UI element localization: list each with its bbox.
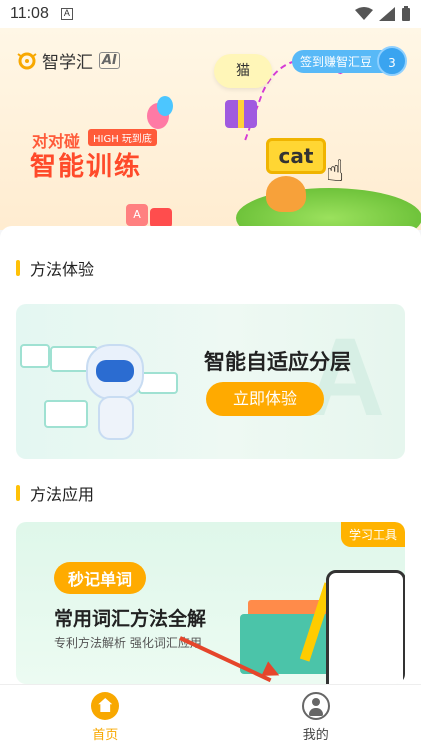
tab-me[interactable]: 我的 <box>211 685 421 750</box>
status-bar: 11:08 A <box>0 0 421 28</box>
hero-slogan-big: 智能训练 <box>30 152 143 182</box>
pointing-hand-icon: ☝ <box>326 154 345 189</box>
section-title-bar <box>16 485 20 501</box>
section-title-bar <box>16 260 20 276</box>
floating-screen-icon <box>44 400 88 428</box>
vocabulary-method-card[interactable]: 学习工具 秒记单词 常用词汇方法全解 专利方法解析 强化词汇应用 <box>16 522 405 684</box>
user-icon <box>301 692 330 720</box>
signal-icon <box>379 7 395 21</box>
floating-screen-icon <box>138 372 178 394</box>
robot-icon <box>86 344 144 400</box>
section-title-application: 方法应用 <box>16 481 94 505</box>
status-time: 11:08 <box>10 5 49 22</box>
bottom-tab-bar: 首页 我的 <box>0 684 421 750</box>
tab-home[interactable]: 首页 <box>0 685 211 750</box>
card-heading: 常用词汇方法全解 <box>54 608 207 630</box>
tab-me-label: 我的 <box>302 728 329 743</box>
gift-icon <box>225 100 257 128</box>
floating-screen-icon <box>20 344 50 368</box>
logo-mascot-icon <box>17 52 37 69</box>
robot-body-icon <box>98 396 134 440</box>
adaptive-training-card[interactable]: A 智能自适应分层 立即体验 <box>16 304 405 459</box>
battery-icon <box>402 6 410 21</box>
word-card: 猫 <box>214 54 272 88</box>
letter-block-icon <box>150 208 172 228</box>
word-sign: cat <box>266 138 326 174</box>
grass-island <box>236 188 421 230</box>
letter-block-icon: A <box>126 204 148 226</box>
hero-banner[interactable]: 智学汇 AI 猫 签到赚智汇豆 3 对对碰 HIGH 玩到底 智能训练 cat … <box>0 28 421 230</box>
home-icon <box>91 692 120 720</box>
quick-words-pill: 秒记单词 <box>54 562 147 594</box>
status-right-icons <box>355 6 411 22</box>
bear-mascot-icon <box>266 176 306 212</box>
card-heading: 智能自适应分层 <box>204 350 351 374</box>
card-watermark: A <box>305 316 385 439</box>
wifi-icon <box>355 7 373 20</box>
section-title-experience: 方法体验 <box>16 256 94 280</box>
study-tool-tag: 学习工具 <box>340 522 405 547</box>
notification-a-icon: A <box>60 8 73 20</box>
app-logo: 智学汇 AI <box>16 48 120 73</box>
phone-mockup-icon <box>326 570 405 684</box>
brand-name: 智学汇 <box>42 53 93 73</box>
balloon-icon <box>157 96 173 116</box>
section-title-text: 方法应用 <box>30 485 95 504</box>
brand-ai-badge: AI <box>99 52 120 69</box>
main-content: 方法体验 A 智能自适应分层 立即体验 方法应用 学习工具 秒记单词 常用词汇方… <box>0 226 421 684</box>
tab-home-label: 首页 <box>92 728 119 743</box>
try-now-button[interactable]: 立即体验 <box>206 382 324 416</box>
bean-count-badge[interactable]: 3 <box>377 46 407 76</box>
section-title-text: 方法体验 <box>30 260 95 279</box>
hero-high-tag: HIGH 玩到底 <box>88 129 157 146</box>
